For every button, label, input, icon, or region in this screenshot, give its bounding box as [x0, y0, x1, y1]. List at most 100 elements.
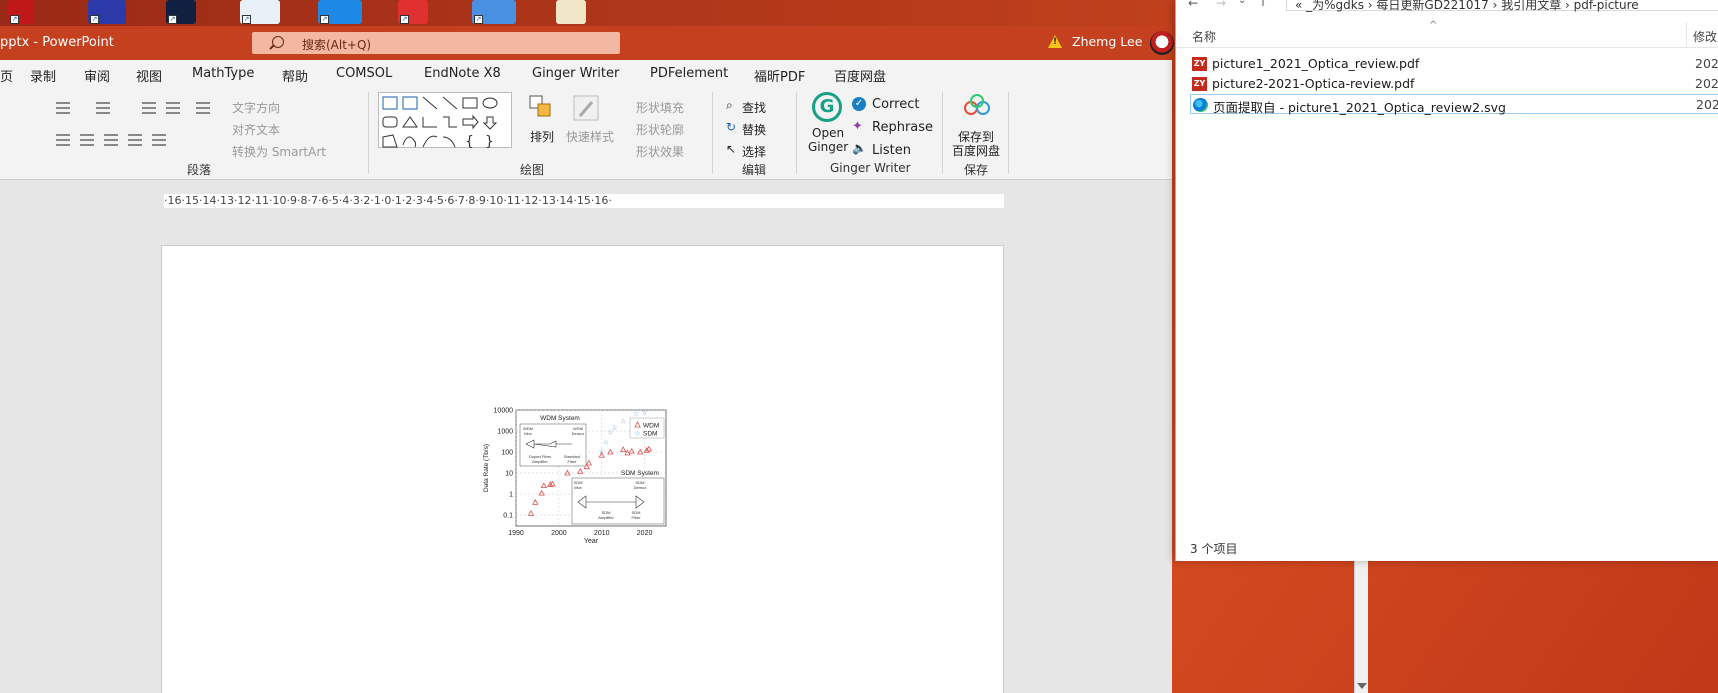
find-icon: ⌕	[726, 98, 733, 112]
recent-dropdown-icon[interactable]: ⌄	[1238, 0, 1246, 6]
quick-styles-button[interactable]: 快速样式	[566, 128, 614, 145]
file-date: 2022-	[1696, 97, 1718, 112]
save-to-baidu-line2[interactable]: 百度网盘	[952, 142, 1000, 159]
quick-styles-icon[interactable]	[572, 94, 602, 124]
data-point-sdm: ☆	[633, 410, 639, 418]
sdm-mux-label: Mux	[574, 485, 582, 490]
select-button[interactable]: 选择	[742, 143, 766, 160]
y-tick-label: 10000	[494, 408, 514, 415]
powerpoint-titlebar: pptx - PowerPoint 搜索(Alt+Q) Zhemg Lee	[0, 26, 1174, 60]
app-shortcut-icon[interactable]: ↗	[318, 0, 362, 24]
pdf-file-icon: ZY	[1192, 57, 1207, 71]
address-path: « _为%gdks › 每日更新GD221017 › 我引用文章 › pdf-p…	[1295, 0, 1639, 12]
x-tick-label: 2010	[594, 530, 610, 537]
search-input[interactable]: 搜索(Alt+Q)	[252, 32, 620, 54]
scroll-down-arrow-icon[interactable]	[1357, 683, 1367, 689]
align-right-icon[interactable]	[104, 134, 118, 146]
shape-fill-button[interactable]: 形状填充	[636, 99, 684, 116]
arrange-button[interactable]: 排列	[530, 128, 554, 145]
align-left-icon[interactable]	[56, 134, 70, 146]
rephrase-sparkle-icon: ✦	[852, 119, 863, 134]
tab-view[interactable]: 视图	[136, 66, 162, 85]
align-text-button[interactable]: 对齐文本	[232, 121, 280, 138]
column-name[interactable]: 名称	[1192, 28, 1216, 45]
en-input-icon[interactable]: ↗	[88, 0, 126, 24]
shapes-gallery[interactable]: { }	[378, 92, 512, 150]
app-shortcut-icon[interactable]: ↗	[472, 0, 516, 24]
group-separator	[368, 92, 369, 174]
line-spacing-icon[interactable]	[196, 102, 210, 114]
group-separator	[796, 92, 797, 174]
sdm-demux-label: Demux	[634, 485, 647, 490]
horizontal-ruler[interactable]: ·16·15·14·13·12·11·10·9·8·7·6·5·4·3·2·1·…	[164, 194, 1004, 208]
column-divider[interactable]	[1686, 22, 1687, 48]
justify-icon[interactable]	[128, 134, 142, 146]
y-tick-label: 10	[505, 471, 513, 478]
app-shortcut-icon[interactable]: ↗	[8, 0, 34, 24]
tab-partial[interactable]: ⻚	[0, 66, 13, 85]
tab-foxit-pdf[interactable]: 福昕PDF	[754, 66, 805, 85]
replace-button[interactable]: 替换	[742, 121, 766, 138]
group-label-drawing: 绘图	[520, 163, 545, 177]
app-shortcut-icon[interactable]: ↗	[166, 0, 196, 24]
app-shortcut-icon[interactable]: ↗	[240, 0, 280, 24]
address-bar[interactable]: « _为%gdks › 每日更新GD221017 › 我引用文章 › pdf-p…	[1286, 0, 1718, 12]
forward-arrow-icon[interactable]: →	[1216, 0, 1226, 10]
increase-indent-icon[interactable]	[166, 102, 180, 114]
column-modified[interactable]: 修改日	[1693, 28, 1718, 45]
data-rate-chart[interactable]: 0.1 1 10 100 1000 10000 1990 2000 2010 2020 Year Da…	[478, 404, 688, 558]
data-point-sdm: ☆	[611, 424, 617, 432]
baidu-netdisk-icon[interactable]	[962, 94, 992, 118]
chart-svg: 0.1 1 10 100 1000 10000 1990 2000 2010 2020 Year Da…	[483, 408, 667, 545]
app-shortcut-icon[interactable]: ↗	[398, 0, 428, 24]
pdf-file-icon: ZY	[1192, 77, 1207, 91]
bullets-icon[interactable]	[56, 102, 70, 114]
tab-endnote[interactable]: EndNote X8	[424, 66, 501, 81]
align-center-icon[interactable]	[80, 134, 94, 146]
sdm-fiber-label: Fiber	[631, 515, 641, 520]
legend-marker-sdm: ☆	[634, 430, 640, 438]
search-icon	[272, 36, 284, 48]
shape-outline-button[interactable]: 形状轮廓	[636, 121, 684, 138]
numbering-icon[interactable]	[96, 102, 110, 114]
tab-help[interactable]: 帮助	[282, 66, 308, 85]
file-row-selected[interactable]: 页面提取自 - picture1_2021_Optica_review2.svg…	[1190, 94, 1718, 115]
open-ginger-line2[interactable]: Ginger	[808, 140, 848, 154]
warning-icon	[1048, 35, 1062, 48]
wdm-mux-label: Mux	[524, 431, 532, 436]
correct-button[interactable]: Correct	[872, 97, 919, 112]
sdm-amp-label: Amplifier	[598, 515, 614, 520]
back-arrow-icon[interactable]: ←	[1188, 0, 1198, 10]
tab-review[interactable]: 审阅	[84, 66, 110, 85]
svg-text:{: {	[465, 134, 474, 149]
decrease-indent-icon[interactable]	[142, 102, 156, 114]
tab-record[interactable]: 录制	[30, 66, 56, 85]
arrange-icon[interactable]	[528, 94, 554, 124]
folder-icon[interactable]	[556, 0, 586, 24]
shape-effects-button[interactable]: 形状效果	[636, 143, 684, 160]
group-label-save: 保存	[964, 163, 989, 177]
up-arrow-icon[interactable]: ↑	[1258, 0, 1268, 9]
tab-pdfelement[interactable]: PDFelement	[650, 66, 728, 81]
wdm-demux-label: Demux	[572, 431, 585, 436]
text-direction-button[interactable]: 文字方向	[232, 99, 280, 116]
find-button[interactable]: 查找	[742, 99, 766, 116]
smartart-button[interactable]: 转换为 SmartArt	[232, 143, 326, 160]
avatar[interactable]	[1150, 31, 1174, 55]
rephrase-button[interactable]: Rephrase	[872, 120, 933, 135]
taskbar: ↗ ↗ ↗ ↗ ↗ ↗ ↗	[0, 0, 1172, 26]
file-row[interactable]: ZY picture2-2021-Optica-review.pdf 2022-	[1190, 74, 1718, 94]
tab-baidu-netdisk[interactable]: 百度网盘	[834, 66, 886, 85]
listen-button[interactable]: Listen	[872, 143, 911, 158]
tab-mathtype[interactable]: MathType	[192, 66, 254, 81]
tab-ginger-writer[interactable]: Ginger Writer	[532, 66, 619, 81]
open-ginger-line1[interactable]: Open	[812, 126, 844, 140]
tab-comsol[interactable]: COMSOL	[336, 66, 392, 81]
columns-icon[interactable]	[152, 134, 166, 146]
data-point-sdm: ☆	[641, 409, 647, 417]
vertical-scrollbar[interactable]	[1354, 560, 1368, 693]
user-name: Zhemg Lee	[1072, 34, 1143, 49]
ginger-logo-icon[interactable]: G	[812, 92, 842, 122]
file-row[interactable]: ZY picture1_2021_Optica_review.pdf 2022-	[1190, 54, 1718, 74]
ribbon: 文字方向 对齐文本 转换为 SmartArt 段落 {} 排列 快速样式 形状…	[0, 88, 1172, 180]
